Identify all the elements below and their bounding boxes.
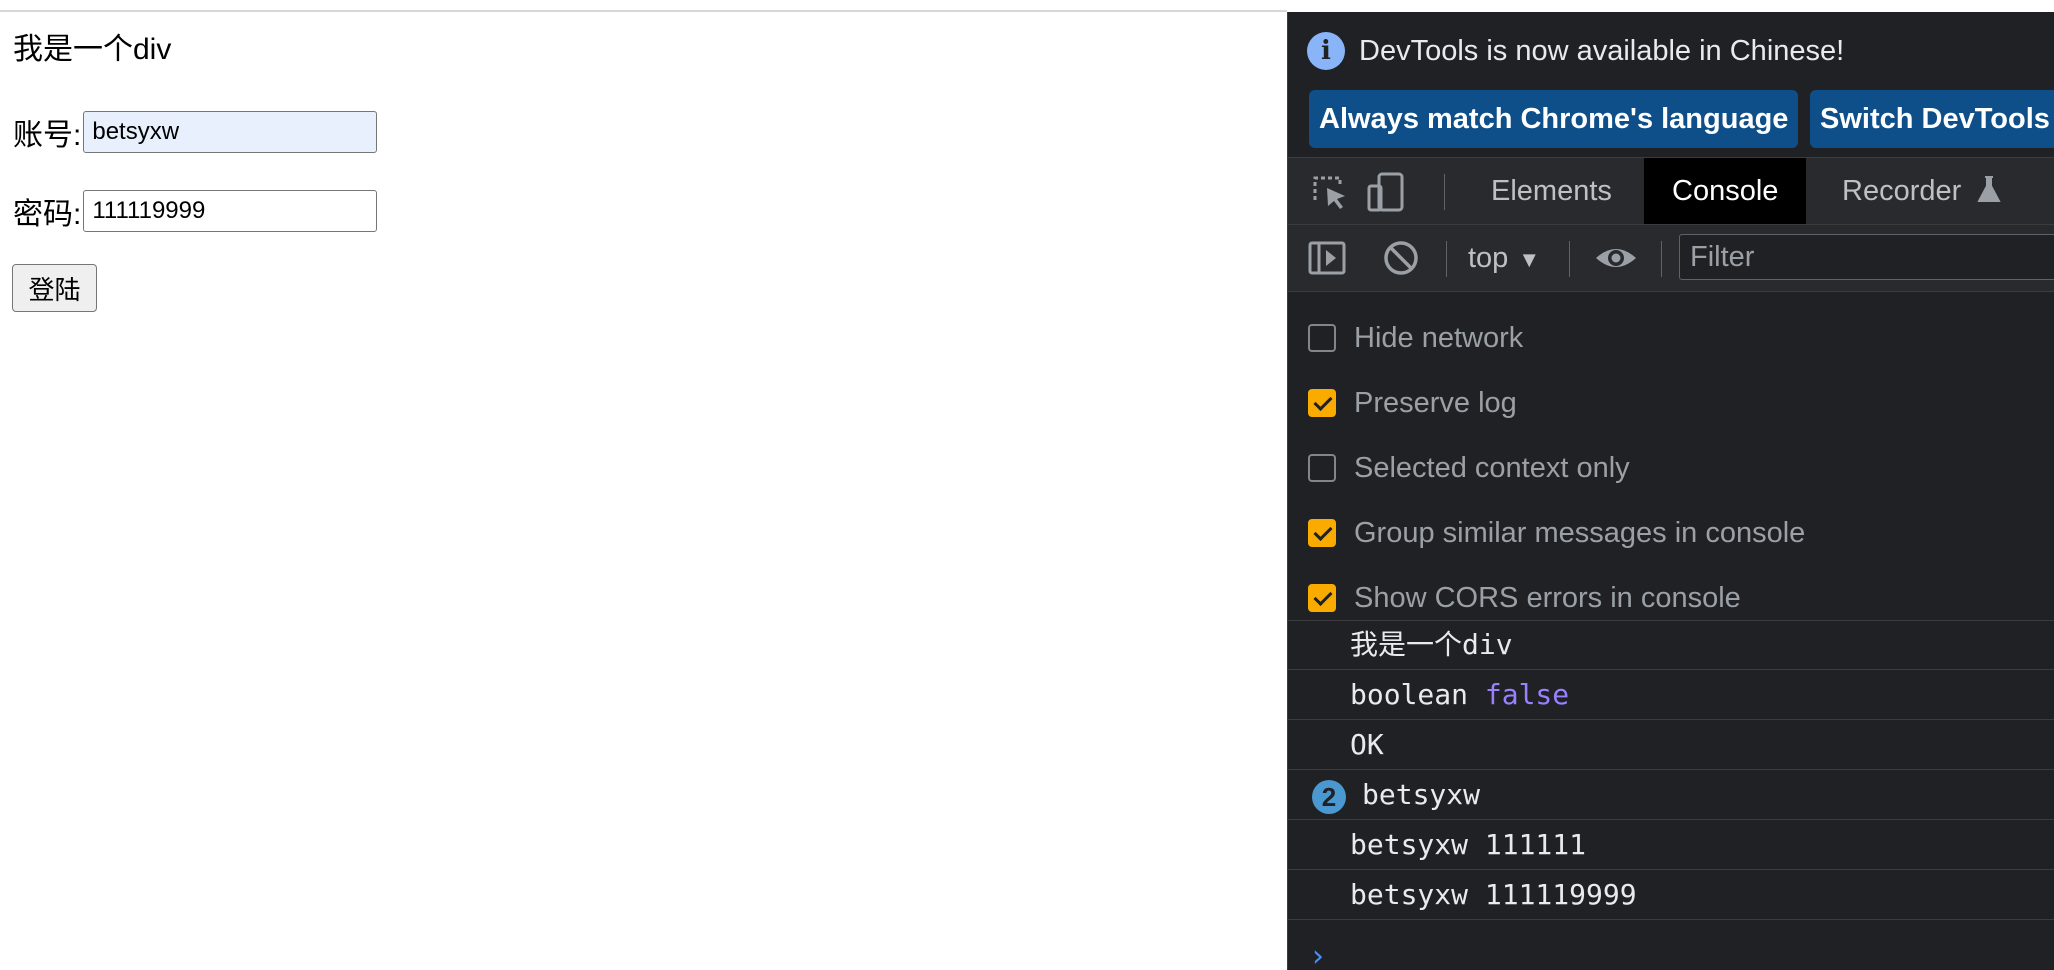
setting-label: Preserve log xyxy=(1354,386,1517,419)
console-message-text: boolean false xyxy=(1350,671,1569,719)
devtools-panel: i DevTools is now available in Chinese! … xyxy=(1287,12,2054,970)
account-row: 账号: xyxy=(13,110,378,154)
filter-input[interactable] xyxy=(1679,234,2054,280)
console-boolean-value: false xyxy=(1484,678,1570,711)
password-row: 密码: xyxy=(13,189,378,233)
tab-elements[interactable]: Elements xyxy=(1463,158,1640,224)
context-selector[interactable]: top ▼ xyxy=(1468,225,1540,291)
console-toolbar: top ▼ xyxy=(1288,225,2054,292)
eye-icon[interactable] xyxy=(1594,238,1636,278)
setting-group-similar[interactable]: Group similar messages in console xyxy=(1308,513,1805,553)
sidebar-toggle-icon[interactable] xyxy=(1308,238,1348,278)
console-message: OK xyxy=(1288,721,2054,770)
caret-down-icon: ▼ xyxy=(1518,247,1541,272)
console-message-text: betsyxw 111111 xyxy=(1350,828,1587,861)
console-message-text: OK xyxy=(1350,728,1384,761)
flask-icon xyxy=(1977,176,2002,203)
console-message-grouped: 2 betsyxw xyxy=(1288,771,2054,820)
console-message: boolean false xyxy=(1288,671,2054,720)
context-label: top xyxy=(1468,242,1509,274)
language-banner: i DevTools is now available in Chinese! … xyxy=(1288,12,2054,156)
web-page: 我是一个div 账号: 密码: 登陆 xyxy=(0,12,1287,970)
info-icon: i xyxy=(1307,32,1345,70)
console-prompt-icon[interactable]: › xyxy=(1312,939,1324,970)
setting-preserve-log[interactable]: Preserve log xyxy=(1308,383,1517,423)
toolbar-separator xyxy=(1446,241,1447,277)
setting-label: Selected context only xyxy=(1354,451,1630,484)
repeat-count-badge: 2 xyxy=(1312,780,1346,814)
console-message: betsyxw 111111 xyxy=(1288,821,2054,870)
toolbar-separator xyxy=(1661,241,1662,277)
hide-network-checkbox[interactable] xyxy=(1308,324,1336,352)
preserve-log-checkbox[interactable] xyxy=(1308,389,1336,417)
toolbar-separator xyxy=(1569,241,1570,277)
account-label: 账号: xyxy=(13,119,82,152)
switch-devtools-button[interactable]: Switch DevTools xyxy=(1810,90,2054,148)
setting-label: Show CORS errors in console xyxy=(1354,581,1741,614)
selected-context-checkbox[interactable] xyxy=(1308,454,1336,482)
console-message-prefix: boolean xyxy=(1350,678,1485,711)
setting-hide-network[interactable]: Hide network xyxy=(1308,318,1523,358)
tab-separator xyxy=(1444,174,1445,210)
banner-message: DevTools is now available in Chinese! xyxy=(1359,35,1845,67)
login-button[interactable]: 登陆 xyxy=(12,264,97,312)
password-label: 密码: xyxy=(13,198,82,231)
setting-selected-context[interactable]: Selected context only xyxy=(1308,448,1630,488)
setting-cors-errors[interactable]: Show CORS errors in console xyxy=(1308,578,1741,618)
clear-console-icon[interactable] xyxy=(1381,238,1421,278)
account-input[interactable] xyxy=(83,111,378,153)
group-similar-checkbox[interactable] xyxy=(1308,519,1336,547)
console-message-text: betsyxw 111119999 xyxy=(1350,878,1637,911)
setting-label: Hide network xyxy=(1354,321,1524,354)
tab-recorder[interactable]: Recorder xyxy=(1814,158,2029,224)
device-toolbar-icon[interactable] xyxy=(1366,172,1406,212)
match-language-button[interactable]: Always match Chrome's language xyxy=(1309,90,1799,148)
password-input[interactable] xyxy=(83,190,378,232)
console-message: betsyxw 111119999 xyxy=(1288,871,2054,920)
tab-console[interactable]: Console xyxy=(1644,158,1807,224)
devtools-tabbar: Elements Console Recorder xyxy=(1288,157,2054,225)
console-message-text: betsyxw xyxy=(1362,778,1481,811)
page-heading: 我是一个div xyxy=(13,33,172,66)
console-message: 我是一个div xyxy=(1288,621,2054,670)
console-message-text: 我是一个div xyxy=(1350,628,1513,661)
inspect-element-icon[interactable] xyxy=(1310,172,1350,212)
tab-recorder-label: Recorder xyxy=(1842,175,1962,207)
cors-errors-checkbox[interactable] xyxy=(1308,584,1336,612)
setting-label: Group similar messages in console xyxy=(1354,516,1806,549)
console-settings: Hide network Preserve log Selected conte… xyxy=(1288,292,2054,621)
console-output: 我是一个div boolean false OK 2 betsyxw betsy… xyxy=(1288,621,2054,970)
